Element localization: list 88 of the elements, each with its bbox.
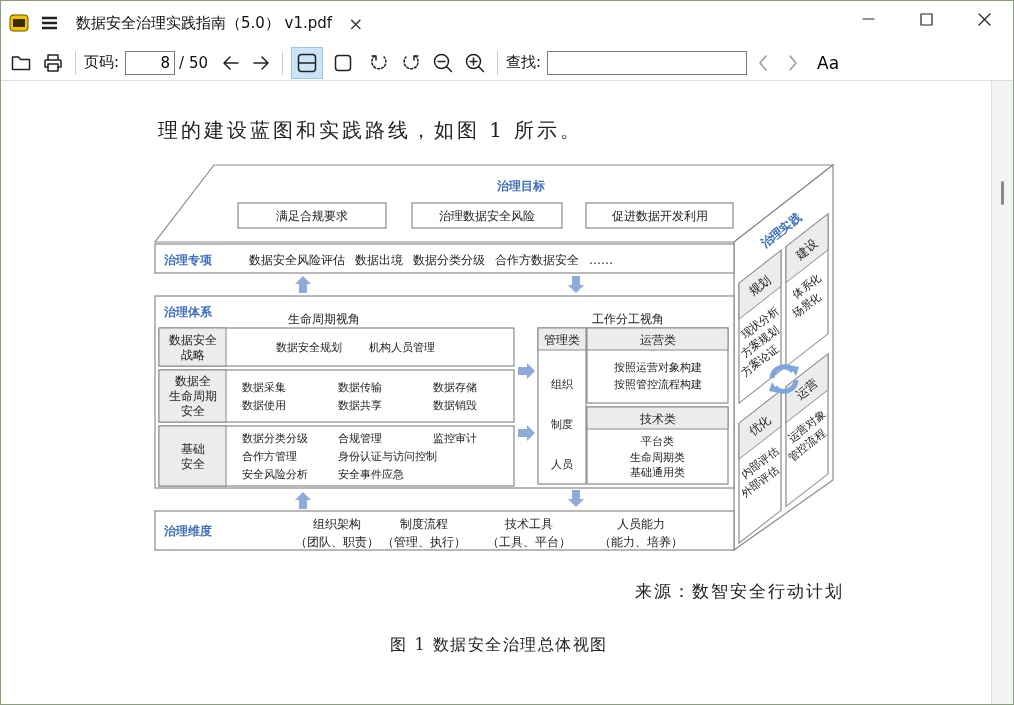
font-options-button[interactable]: Aa: [817, 52, 840, 73]
topic-item: 数据出境: [355, 253, 403, 267]
right-arrow: [518, 425, 535, 441]
close-icon[interactable]: [977, 12, 991, 26]
zoom-in-icon[interactable]: [465, 52, 485, 73]
topic-item: 数据安全风险评估: [249, 253, 345, 267]
column-item: 人员: [551, 458, 573, 471]
row-heading: 基础 安全: [158, 425, 227, 487]
topic-item: 数据分类分级: [413, 253, 485, 267]
page-total: / 50: [179, 53, 208, 72]
goal-box: 满足合规要求: [237, 202, 387, 229]
lifecycle-item: 数据安全规划: [276, 341, 342, 354]
figure-caption: 图 1 数据安全治理总体视图: [390, 635, 608, 654]
source-note: 来源：数智安全行动计划: [635, 581, 844, 601]
lifecycle-item: 数据存储: [433, 381, 477, 394]
view-heading: 生命周期视角: [288, 312, 360, 326]
close-tab-button[interactable]: ×: [346, 12, 366, 34]
find-label: 查找:: [506, 53, 542, 72]
lifecycle-item: 数据分类分级: [242, 432, 308, 445]
down-arrow: [568, 276, 584, 293]
scrollbar-thumb[interactable]: [1001, 181, 1004, 205]
lifecycle-item: 数据采集: [242, 381, 286, 394]
topic-item: ……: [589, 253, 613, 267]
dimension-detail: （管理、执行）: [382, 535, 466, 549]
row-heading: 数据安全 战略: [158, 327, 227, 367]
lifecycle-item: 身份认证与访问控制: [338, 450, 437, 463]
lifecycle-item: 机构人员管理: [369, 341, 435, 354]
column-heading: 运营类: [639, 333, 676, 347]
dimension-detail: （能力、培养）: [599, 535, 683, 549]
lifecycle-item: 监控审计: [433, 432, 477, 445]
maximize-icon[interactable]: [919, 12, 933, 26]
stage-heading: 规划: [746, 272, 774, 299]
lifecycle-item: 合作方管理: [242, 450, 297, 463]
dimension-name: 人员能力: [617, 517, 665, 531]
dimension-detail: （工具、平台）: [487, 535, 571, 549]
next-icon[interactable]: [787, 52, 800, 73]
printer-icon[interactable]: [43, 52, 63, 73]
rotate-left-icon[interactable]: [369, 52, 389, 73]
column-heading: 技术类: [639, 412, 676, 426]
zoom-out-icon[interactable]: [433, 52, 453, 73]
column-item: 制度: [551, 418, 573, 431]
dimension-name: 技术工具: [505, 517, 553, 531]
column-heading: 管理类: [544, 333, 580, 347]
document-tab-title[interactable]: 数据安全治理实践指南（5.0） v1.pdf: [76, 13, 333, 33]
down-arrow: [568, 490, 584, 507]
goal-box: 治理数据安全风险: [411, 202, 563, 229]
stage-heading: 优化: [746, 412, 774, 439]
column-item: 基础通用类: [630, 466, 685, 479]
right-arrow: [518, 363, 535, 379]
fit-width-icon: [297, 52, 317, 73]
body-text: 理的建设蓝图和实践路线，如图 1 所示。: [158, 117, 585, 144]
up-arrow: [295, 492, 311, 509]
view-heading: 工作分工视角: [592, 312, 664, 326]
column-item: 组织: [551, 378, 573, 391]
lifecycle-item: 数据共享: [338, 399, 382, 412]
up-arrow: [295, 276, 311, 293]
lifecycle-item: 数据传输: [338, 381, 382, 394]
menu-icon[interactable]: [41, 15, 58, 31]
fit-width-button[interactable]: [291, 46, 323, 79]
dimensions-heading: 治理维度: [164, 524, 212, 538]
dimension-detail: （团队、职责）: [295, 535, 379, 549]
lifecycle-item: 安全风险分析: [242, 468, 308, 481]
scrollbar[interactable]: [991, 81, 1013, 704]
row-heading: 数据全 生命周期 安全: [158, 369, 227, 423]
goal-box: 促进数据开发利用: [585, 202, 734, 229]
app-logo-icon: [9, 14, 29, 32]
system-heading: 治理体系: [164, 305, 212, 319]
find-field[interactable]: [547, 50, 748, 75]
single-page-icon: [333, 52, 353, 73]
dimension-name: 组织架构: [313, 517, 361, 531]
goals-heading: 治理目标: [497, 179, 545, 193]
column-item: 按照运营对象构建: [613, 361, 702, 374]
previous-icon[interactable]: [757, 52, 770, 73]
topic-item: 合作方数据安全: [495, 253, 579, 267]
topics-heading: 治理专项: [164, 253, 212, 267]
lifecycle-item: 安全事件应急: [338, 468, 404, 481]
lifecycle-item: 数据使用: [242, 399, 286, 412]
lifecycle-item: 合规管理: [338, 432, 382, 445]
rotate-right-icon[interactable]: [401, 52, 421, 73]
dimension-name: 制度流程: [400, 517, 448, 531]
column-item: 平台类: [641, 435, 674, 448]
stage-heading: 运营: [793, 376, 821, 403]
page-label: 页码:: [84, 53, 120, 72]
column-item: 按照管控流程构建: [613, 378, 702, 391]
lifecycle-item: 数据销毁: [433, 399, 477, 412]
column-item: 生命周期类: [630, 450, 685, 464]
stage-heading: 建设: [793, 236, 821, 263]
page-number-field[interactable]: 8: [125, 50, 176, 75]
